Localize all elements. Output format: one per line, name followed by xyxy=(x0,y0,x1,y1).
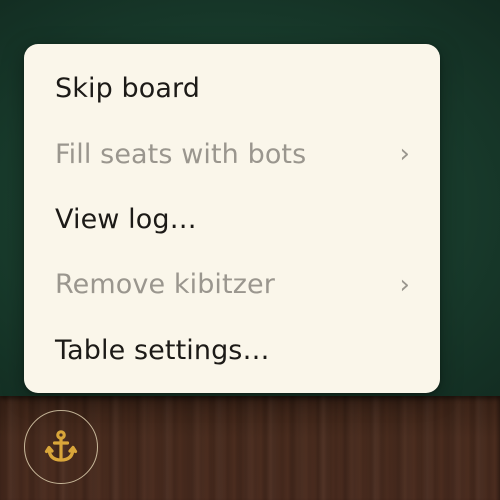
menu-item-view-log[interactable]: View log… xyxy=(24,187,440,252)
menu-item-remove-kibitzer[interactable]: Remove kibitzer › xyxy=(24,252,440,317)
menu-item-label: Table settings… xyxy=(55,334,270,366)
menu-item-label: View log… xyxy=(55,203,197,235)
chevron-right-icon: › xyxy=(399,139,410,170)
menu-item-skip-board[interactable]: Skip board xyxy=(24,56,440,121)
menu-item-table-settings[interactable]: Table settings… xyxy=(24,318,440,383)
menu-item-fill-seats-with-bots[interactable]: Fill seats with bots › xyxy=(24,121,440,186)
menu-item-label: Remove kibitzer xyxy=(55,269,275,301)
menu-item-label: Fill seats with bots xyxy=(55,138,307,170)
table-context-menu: Skip board Fill seats with bots › View l… xyxy=(24,44,440,393)
table-menu-button[interactable] xyxy=(24,410,98,484)
menu-item-label: Skip board xyxy=(55,73,200,105)
anchor-icon xyxy=(41,427,81,467)
chevron-right-icon: › xyxy=(399,269,410,300)
